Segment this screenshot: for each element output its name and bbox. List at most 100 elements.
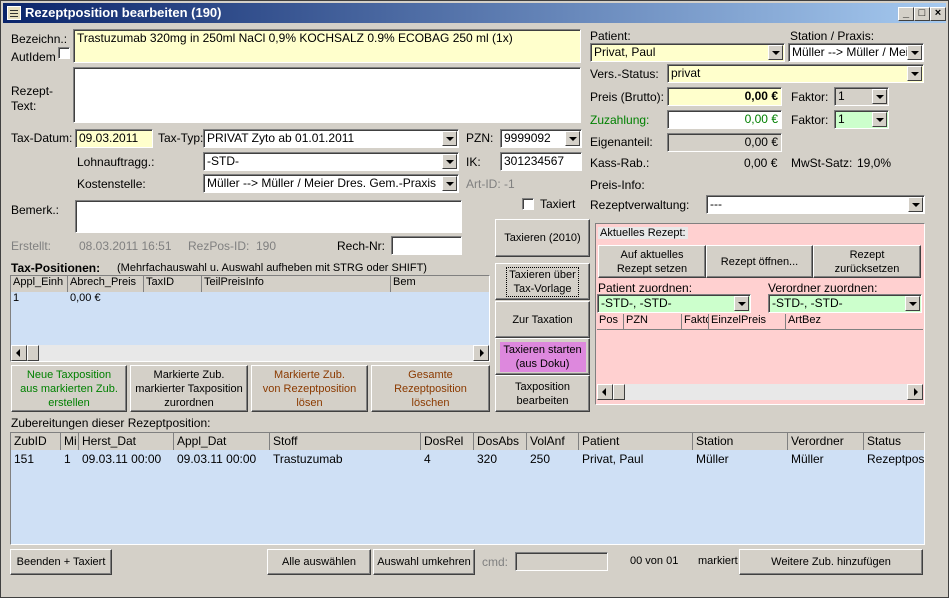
zur-taxation-button[interactable]: Zur Taxation	[495, 301, 590, 338]
column-header[interactable]: Patient	[579, 433, 693, 450]
taxposition-bearbeiten-button[interactable]: Taxposition bearbeiten	[495, 375, 590, 412]
preis-field[interactable]: 0,00 €	[667, 87, 782, 106]
faktor-select-2[interactable]: 1	[834, 110, 889, 129]
chevron-down-icon[interactable]	[907, 66, 922, 81]
column-header[interactable]: Status	[864, 433, 924, 450]
beenden-taxiert-button[interactable]: Beenden + Taxiert	[10, 549, 112, 575]
verordner-zuordnen-select[interactable]: -STD-, -STD-	[768, 294, 922, 313]
kosten-select[interactable]: Müller --> Müller / Meier Dres. Gem.-Pra…	[203, 174, 459, 193]
table-row[interactable]: 151 1 09.03.11 00:00 09.03.11 00:00 Tras…	[11, 451, 924, 468]
scroll-right-icon[interactable]	[907, 384, 923, 400]
taxdatum-field[interactable]: 09.03.2011	[75, 129, 153, 148]
bezeichn-field[interactable]: Trastuzumab 320mg in 250ml NaCl 0,9% KOC…	[73, 29, 581, 63]
chevron-down-icon[interactable]	[734, 296, 749, 311]
rezept-grid-scrollbar[interactable]	[597, 384, 923, 400]
rechnr-field[interactable]	[391, 236, 462, 255]
eigen-label: Eigenanteil:	[590, 135, 653, 149]
neue-taxposition-button[interactable]: Neue Taxposition aus markierten Zub. erste…	[11, 365, 127, 412]
bemerk-field[interactable]	[75, 200, 462, 233]
scroll-right-icon[interactable]	[473, 345, 489, 361]
weitere-zub-button[interactable]: Weitere Zub. hinzufügen	[739, 549, 923, 575]
column-header[interactable]: TaxID	[144, 276, 202, 292]
column-header[interactable]: Mi	[61, 433, 79, 450]
taxieren-2010-button[interactable]: Taxieren (2010)	[495, 219, 590, 257]
chevron-down-icon[interactable]	[565, 131, 580, 146]
column-header[interactable]: ZubID	[11, 433, 61, 450]
loesen-button[interactable]: Markierte Zub. von Rezeptposition lösen	[251, 365, 368, 412]
column-header[interactable]: VolAnf	[527, 433, 579, 450]
faktor-select-1[interactable]: 1	[834, 87, 889, 106]
column-header[interactable]: Verordner	[788, 433, 864, 450]
taxpos-scrollbar[interactable]	[11, 345, 489, 361]
chevron-down-icon[interactable]	[442, 131, 457, 146]
column-header[interactable]: Station	[693, 433, 788, 450]
column-header[interactable]: Bem	[391, 276, 489, 292]
rezept-grid[interactable]: Pos PZN Fakto EinzelPreis ArtBez	[597, 314, 923, 402]
scroll-left-icon[interactable]	[11, 345, 27, 361]
rezpos-value: 190	[256, 239, 277, 253]
taxpos-grid[interactable]: Appl_Einh Abrech_Preis TaxID TeilPreisIn…	[10, 275, 490, 362]
mwst-value: 19,0%	[857, 156, 892, 170]
rezept-setzen-button[interactable]: Auf aktuelles Rezept setzen	[598, 245, 706, 278]
column-header[interactable]: DosAbs	[474, 433, 527, 450]
minimize-button[interactable]: _	[898, 7, 914, 21]
column-header[interactable]: Fakto	[682, 314, 709, 329]
button-line: bearbeiten	[516, 394, 569, 407]
button-line: (aus Doku)	[515, 357, 570, 370]
pzn-select[interactable]: 9999092	[500, 129, 582, 148]
scroll-left-icon[interactable]	[597, 384, 613, 400]
scroll-thumb[interactable]	[27, 345, 39, 361]
table-cell: Rezeptpos	[867, 452, 925, 466]
lohn-select[interactable]: -STD-	[203, 152, 459, 171]
chevron-down-icon[interactable]	[768, 45, 783, 60]
erstellt-value: 08.03.2011 16:51	[79, 239, 172, 253]
column-header[interactable]: Pos	[597, 314, 624, 329]
column-header[interactable]: ArtBez	[786, 314, 923, 329]
column-header[interactable]: DosRel	[421, 433, 474, 450]
column-header[interactable]: TeilPreisInfo	[202, 276, 391, 292]
rezept-oeffnen-button[interactable]: Rezept öffnen...	[706, 245, 813, 278]
column-header[interactable]: Stoff	[270, 433, 421, 450]
tax-vorlage-button[interactable]: Taxieren über Tax-Vorlage	[495, 263, 590, 300]
table-cell: 1	[13, 292, 20, 304]
scroll-thumb[interactable]	[613, 384, 625, 400]
chevron-down-icon[interactable]	[872, 112, 887, 127]
chevron-down-icon[interactable]	[872, 89, 887, 104]
alle-auswaehlen-button[interactable]: Alle auswählen	[267, 549, 371, 575]
zuzahlung-field[interactable]: 0,00 €	[667, 110, 782, 129]
taxieren-starten-button[interactable]: Taxieren starten (aus Doku)	[495, 338, 590, 375]
patient-select[interactable]: Privat, Paul	[590, 43, 785, 62]
loeschen-button[interactable]: Gesamte Rezeptposition löschen	[371, 365, 490, 412]
maximize-button[interactable]: □	[914, 7, 930, 21]
column-header[interactable]: Abrech_Preis	[68, 276, 144, 292]
chevron-down-icon[interactable]	[442, 154, 457, 169]
chevron-down-icon[interactable]	[442, 176, 457, 191]
close-button[interactable]: ×	[930, 7, 946, 21]
table-cell: Müller	[696, 452, 729, 466]
column-header[interactable]: PZN	[624, 314, 682, 329]
button-line: Rezept	[849, 248, 885, 261]
auswahl-umkehren-button[interactable]: Auswahl umkehren	[373, 549, 475, 575]
column-header[interactable]: EinzelPreis	[709, 314, 786, 329]
ik-field[interactable]: 301234567	[500, 152, 582, 171]
chevron-down-icon[interactable]	[905, 296, 920, 311]
column-header[interactable]: Herst_Dat	[79, 433, 174, 450]
table-row[interactable]: 1 0,00 €	[11, 292, 489, 308]
taxiert-checkbox[interactable]	[522, 198, 534, 210]
table-cell: 0,00 €	[70, 292, 101, 304]
zuordnen-button[interactable]: Markierte Zub. markierter Taxposition zuro…	[130, 365, 248, 412]
column-header[interactable]: Appl_Einh	[11, 276, 68, 292]
autidem-checkbox[interactable]	[58, 47, 70, 59]
chevron-down-icon[interactable]	[908, 197, 923, 212]
taxtyp-select[interactable]: PRIVAT Zyto ab 01.01.2011	[203, 129, 459, 148]
chevron-down-icon[interactable]	[907, 45, 922, 60]
rezeptverw-select[interactable]: ---	[706, 195, 925, 214]
kass-value: 0,00 €	[744, 156, 778, 170]
vers-select[interactable]: privat	[667, 64, 924, 83]
station-select[interactable]: Müller --> Müller / Meier	[788, 43, 924, 62]
column-header[interactable]: Appl_Dat	[174, 433, 270, 450]
rezept-text-field[interactable]	[73, 67, 581, 123]
zub-grid[interactable]: ZubID Mi Herst_Dat Appl_Dat Stoff DosRel…	[10, 432, 925, 545]
rezept-zuruecksetzen-button[interactable]: Rezept zurücksetzen	[813, 245, 921, 278]
patient-zuordnen-select[interactable]: -STD-, -STD-	[597, 294, 751, 313]
